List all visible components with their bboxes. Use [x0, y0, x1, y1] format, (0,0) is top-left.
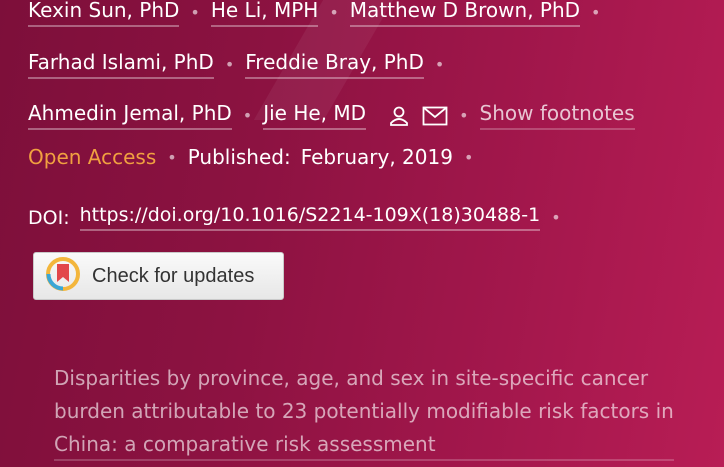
author-row-2: Farhad Islami, PhD • Freddie Bray, PhD •: [28, 50, 455, 79]
separator-dot: •: [591, 3, 601, 22]
divider: [54, 459, 674, 461]
author-link[interactable]: Jie He, MD: [263, 101, 367, 130]
published-date: February, 2019: [300, 145, 453, 169]
author-link[interactable]: Freddie Bray, PhD: [245, 50, 424, 79]
author-row-3: Ahmedin Jemal, PhD • Jie He, MD • Show f…: [28, 101, 635, 130]
separator-dot: •: [551, 208, 561, 227]
mail-icon[interactable]: [422, 106, 448, 126]
separator-dot: •: [463, 147, 474, 167]
separator-dot: •: [242, 106, 253, 125]
check-for-updates-label: Check for updates: [92, 264, 255, 287]
author-link[interactable]: Matthew D Brown, PhD: [349, 0, 581, 27]
doi-row: DOI: https://doi.org/10.1016/S2214-109X(…: [28, 204, 572, 231]
open-access-label: Open Access: [28, 145, 157, 169]
separator-dot: •: [459, 106, 469, 125]
separator-dot: •: [329, 3, 339, 22]
published-label: Published:: [187, 145, 291, 169]
separator-dot: •: [434, 55, 445, 74]
separator-dot: •: [190, 3, 200, 22]
related-article-link[interactable]: Disparities by province, age, and sex in…: [54, 362, 674, 461]
author-link[interactable]: Ahmedin Jemal, PhD: [28, 101, 232, 130]
crossmark-icon: [46, 257, 80, 295]
author-link[interactable]: Kexin Sun, PhD: [28, 0, 180, 27]
author-link[interactable]: He Li, MPH: [210, 0, 319, 27]
person-icon[interactable]: [388, 105, 410, 127]
separator-dot: •: [224, 55, 235, 74]
separator-dot: •: [167, 147, 177, 167]
doi-label: DOI:: [28, 206, 70, 229]
show-footnotes-link[interactable]: Show footnotes: [479, 101, 635, 130]
author-row-1: Kexin Sun, PhD • He Li, MPH • Matthew D …: [28, 0, 611, 27]
access-row: Open Access • Published: February, 2019 …: [28, 145, 484, 169]
author-link[interactable]: Farhad Islami, PhD: [28, 50, 214, 79]
check-for-updates-button[interactable]: Check for updates: [33, 252, 284, 300]
doi-link[interactable]: https://doi.org/10.1016/S2214-109X(18)30…: [79, 204, 541, 231]
